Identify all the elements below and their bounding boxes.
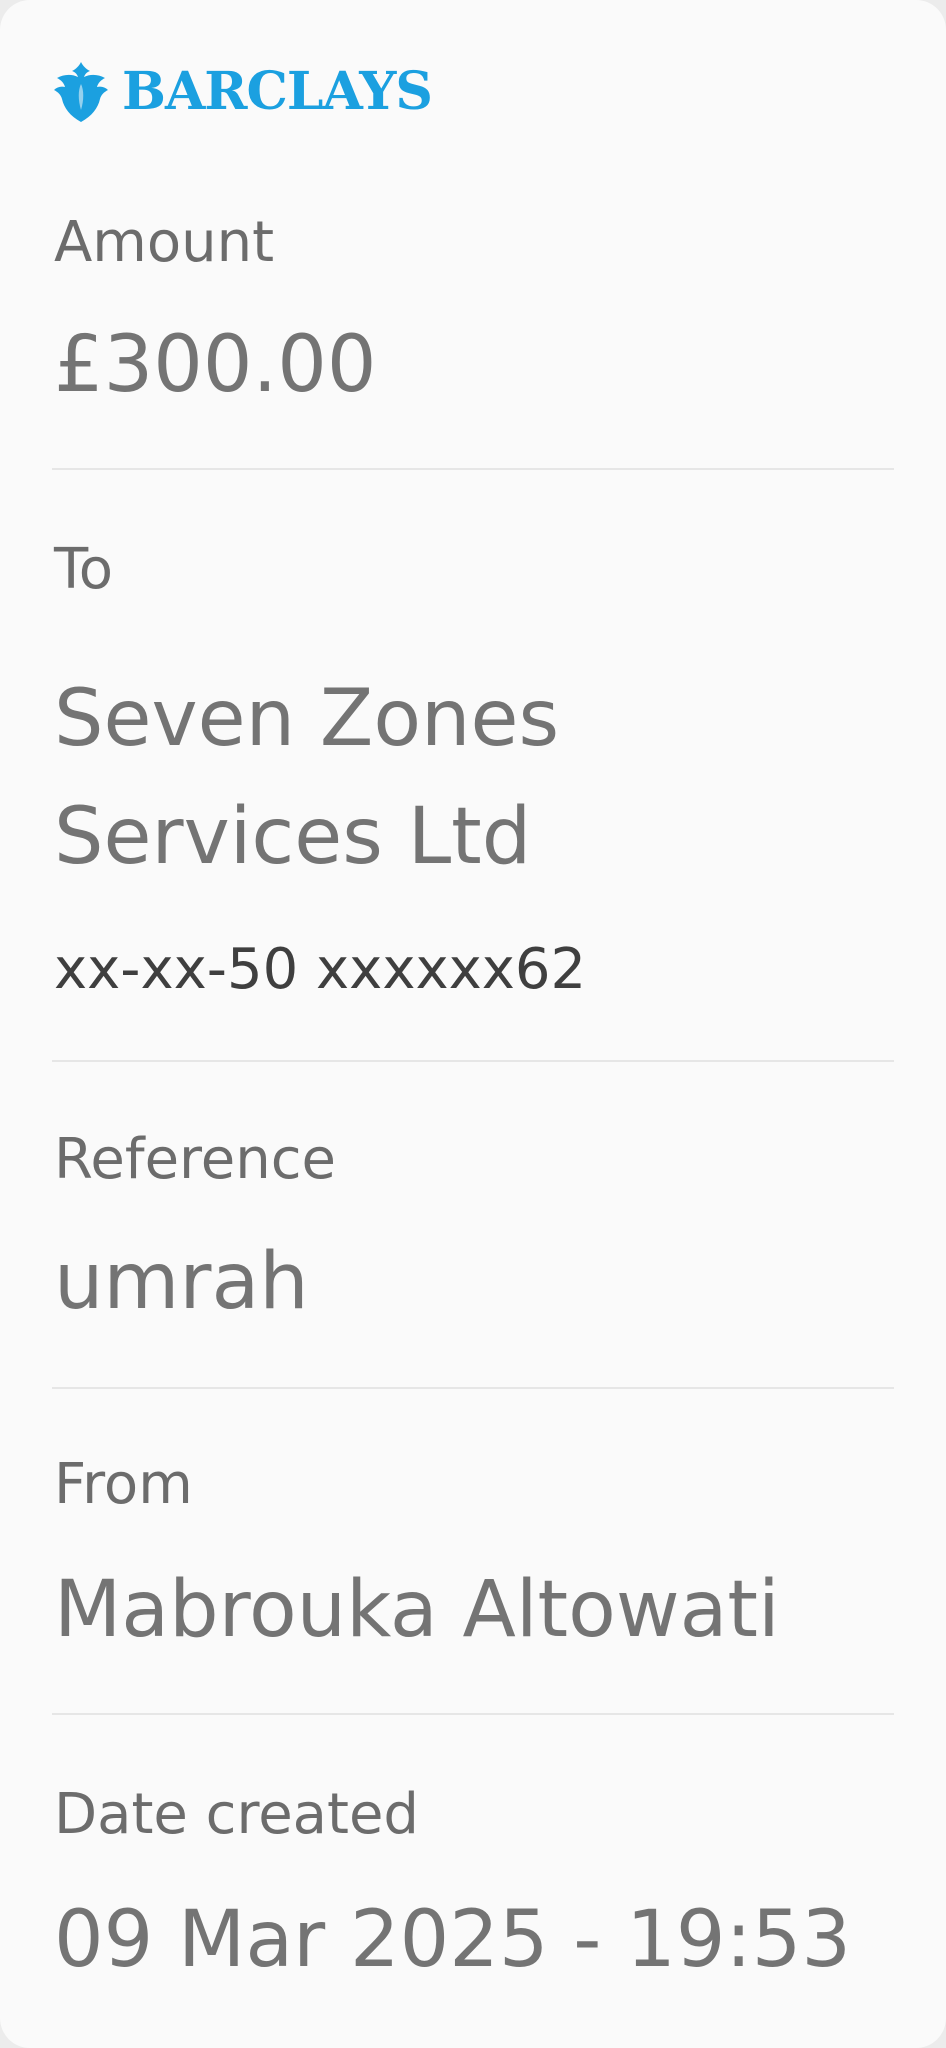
amount-value: £300.00 xyxy=(54,320,377,410)
from-label: From xyxy=(54,1452,193,1517)
payee-account: xx-xx-50 xxxxxx62 xyxy=(54,937,587,1002)
from-value: Mabrouka Altowati xyxy=(54,1565,780,1655)
date-created-value: 09 Mar 2025 - 19:53 xyxy=(54,1895,852,1985)
barclays-logo: BARCLAYS xyxy=(52,60,433,124)
brand-name: BARCLAYS xyxy=(122,61,433,122)
eagle-icon xyxy=(54,62,108,122)
reference-label: Reference xyxy=(54,1127,336,1192)
divider xyxy=(52,1713,894,1715)
amount-label: Amount xyxy=(54,210,275,275)
payment-details-card: BARCLAYS Amount £300.00 To Seven Zones S… xyxy=(0,0,946,2048)
divider xyxy=(52,1387,894,1389)
date-created-label: Date created xyxy=(54,1782,419,1847)
divider xyxy=(52,468,894,470)
reference-value: umrah xyxy=(54,1237,309,1327)
payee-name: Seven Zones Services Ltd xyxy=(54,674,560,882)
to-label: To xyxy=(54,537,113,602)
divider xyxy=(52,1060,894,1062)
